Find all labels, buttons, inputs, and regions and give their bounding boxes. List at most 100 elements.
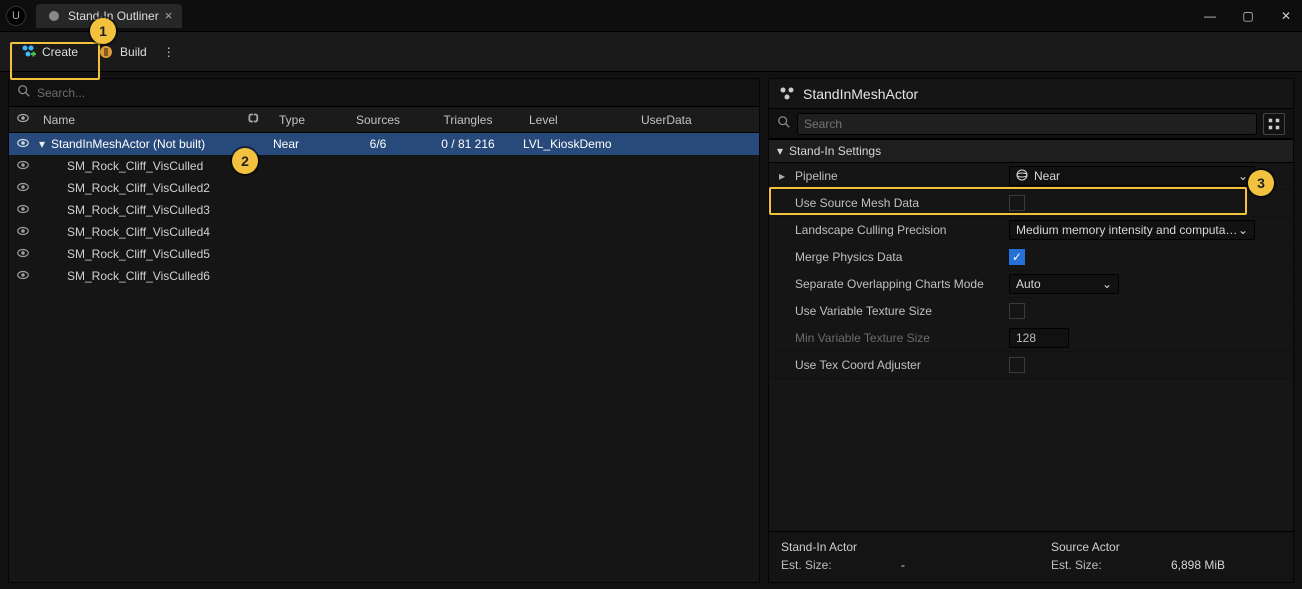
- row-name: SM_Rock_Cliff_VisCulled6: [37, 269, 239, 283]
- row-sources: 6/6: [343, 137, 413, 151]
- details-search-input[interactable]: [797, 113, 1257, 135]
- min-var-input[interactable]: [1009, 328, 1069, 348]
- callout-2: 2: [232, 148, 258, 174]
- prop-use-source-mesh: Use Source Mesh Data: [769, 190, 1293, 217]
- sphere-icon: [1016, 169, 1028, 184]
- create-icon: [20, 44, 36, 60]
- unreal-logo-icon: U: [6, 6, 26, 26]
- toolbar: Create Build ⋮: [0, 32, 1302, 72]
- row-level: LVL_KioskDemo: [523, 137, 635, 151]
- row-name: SM_Rock_Cliff_VisCulled2: [37, 181, 239, 195]
- column-link-icon[interactable]: [239, 111, 273, 128]
- table-row[interactable]: SM_Rock_Cliff_VisCulled4: [9, 221, 759, 243]
- details-title: StandInMeshActor: [803, 86, 918, 102]
- table-row[interactable]: SM_Rock_Cliff_VisCulled: [9, 155, 759, 177]
- chevron-right-icon[interactable]: ▸: [779, 169, 789, 183]
- use-source-checkbox[interactable]: [1009, 195, 1025, 211]
- table-row[interactable]: SM_Rock_Cliff_VisCulled5: [9, 243, 759, 265]
- overlap-dropdown[interactable]: Auto ⌄: [1009, 274, 1119, 294]
- column-headers: Name Type Sources Triangles Level UserDa…: [9, 107, 759, 133]
- min-var-label: Min Variable Texture Size: [795, 331, 1003, 345]
- details-search-bar: [769, 109, 1293, 139]
- close-tab-icon[interactable]: ×: [165, 8, 173, 23]
- callout-3: 3: [1248, 170, 1274, 196]
- standin-size-value: -: [901, 558, 905, 572]
- column-name[interactable]: Name: [37, 113, 239, 127]
- merge-physics-checkbox[interactable]: ✓: [1009, 249, 1025, 265]
- cluster-icon: [779, 86, 795, 102]
- column-level[interactable]: Level: [523, 113, 635, 127]
- chevron-down-icon: ▾: [777, 144, 783, 158]
- merge-physics-label: Merge Physics Data: [795, 250, 1003, 264]
- column-userdata[interactable]: UserData: [635, 113, 715, 127]
- window-maximize-button[interactable]: ▢: [1240, 9, 1256, 23]
- visibility-icon[interactable]: [9, 224, 37, 241]
- create-button[interactable]: Create: [10, 40, 88, 64]
- table-row[interactable]: SM_Rock_Cliff_VisCulled6: [9, 265, 759, 287]
- titlebar: U Stand-In Outliner × — ▢ ✕: [0, 0, 1302, 32]
- row-name: SM_Rock_Cliff_VisCulled: [37, 159, 239, 173]
- window-minimize-button[interactable]: —: [1202, 9, 1218, 23]
- visibility-icon[interactable]: [9, 158, 37, 175]
- search-placeholder: Search...: [37, 86, 85, 100]
- matrix-view-button[interactable]: [1263, 113, 1285, 135]
- column-sources[interactable]: Sources: [343, 113, 413, 127]
- visibility-header-icon[interactable]: [9, 111, 37, 128]
- tab-dirty-icon: [46, 8, 62, 24]
- section-title: Stand-In Settings: [789, 144, 881, 158]
- prop-tex-coord-adjuster: Use Tex Coord Adjuster: [769, 352, 1293, 379]
- tex-adj-label: Use Tex Coord Adjuster: [795, 358, 1003, 372]
- row-name: SM_Rock_Cliff_VisCulled3: [37, 203, 239, 217]
- landscape-label: Landscape Culling Precision: [795, 223, 1003, 237]
- build-label: Build: [120, 45, 147, 59]
- table-row[interactable]: SM_Rock_Cliff_VisCulled3: [9, 199, 759, 221]
- overlap-label: Separate Overlapping Charts Mode: [795, 277, 1003, 291]
- source-size-label: Est. Size:: [1051, 558, 1171, 572]
- visibility-icon[interactable]: [9, 202, 37, 219]
- standin-size-label: Est. Size:: [781, 558, 901, 572]
- details-header: StandInMeshActor: [769, 79, 1293, 109]
- details-footer: Stand-In Actor Est. Size: - Source Actor…: [769, 531, 1293, 582]
- landscape-dropdown[interactable]: Medium memory intensity and computation …: [1009, 220, 1255, 240]
- row-name: SM_Rock_Cliff_VisCulled4: [37, 225, 239, 239]
- table-row[interactable]: SM_Rock_Cliff_VisCulled2: [9, 177, 759, 199]
- column-type[interactable]: Type: [273, 113, 343, 127]
- visibility-icon[interactable]: [9, 136, 37, 153]
- prop-overlap-charts: Separate Overlapping Charts Mode Auto ⌄: [769, 271, 1293, 298]
- visibility-icon[interactable]: [9, 268, 37, 285]
- visibility-icon[interactable]: [9, 246, 37, 263]
- tab-title: Stand-In Outliner: [68, 9, 159, 23]
- column-triangles[interactable]: Triangles: [413, 113, 523, 127]
- landscape-value: Medium memory intensity and computation …: [1016, 223, 1238, 237]
- chevron-down-icon: ⌄: [1102, 277, 1112, 291]
- toolbar-more-icon[interactable]: ⋮: [157, 45, 182, 59]
- search-icon: [777, 115, 791, 132]
- search-icon: [17, 84, 31, 101]
- var-tex-label: Use Variable Texture Size: [795, 304, 1003, 318]
- var-tex-checkbox[interactable]: [1009, 303, 1025, 319]
- tex-adj-checkbox[interactable]: [1009, 357, 1025, 373]
- build-icon: [98, 44, 114, 60]
- chevron-down-icon[interactable]: ▾: [37, 137, 47, 151]
- table-row[interactable]: ▾ StandInMeshActor (Not built) Near 6/6 …: [9, 133, 759, 155]
- outliner-panel: Search... Name Type Sources Triangles Le…: [8, 78, 760, 583]
- window-close-button[interactable]: ✕: [1278, 9, 1294, 23]
- row-triangles: 0 / 81 216: [413, 137, 523, 151]
- pipeline-dropdown[interactable]: Near ⌄: [1009, 166, 1255, 186]
- row-type: Near: [273, 137, 343, 151]
- chevron-down-icon: ⌄: [1238, 169, 1248, 183]
- row-name: SM_Rock_Cliff_VisCulled5: [37, 247, 239, 261]
- source-actor-title: Source Actor: [1051, 540, 1281, 554]
- outliner-search[interactable]: Search...: [9, 79, 759, 107]
- visibility-icon[interactable]: [9, 180, 37, 197]
- use-source-label: Use Source Mesh Data: [795, 196, 1003, 210]
- overlap-value: Auto: [1016, 277, 1041, 291]
- empty-area: [769, 379, 1293, 531]
- prop-pipeline: ▸ Pipeline Near ⌄: [769, 163, 1293, 190]
- prop-landscape-culling: Landscape Culling Precision Medium memor…: [769, 217, 1293, 244]
- pipeline-value: Near: [1034, 169, 1060, 183]
- create-label: Create: [42, 45, 78, 59]
- prop-min-variable-tex: Min Variable Texture Size: [769, 325, 1293, 352]
- section-standin-settings[interactable]: ▾ Stand-In Settings: [769, 139, 1293, 163]
- prop-variable-tex-size: Use Variable Texture Size: [769, 298, 1293, 325]
